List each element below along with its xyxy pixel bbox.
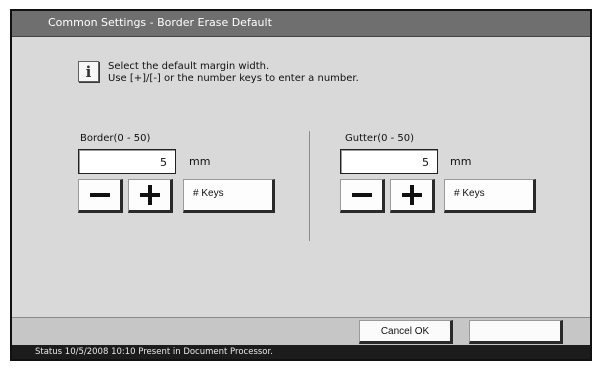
minus-icon [352,193,372,197]
border-number-keys-label: # Keys [193,188,224,199]
border-decrease-button[interactable] [78,179,123,213]
gutter-unit: mm [450,155,472,168]
gutter-increase-button[interactable] [390,179,435,213]
touch-panel-screen: Common Settings - Border Erase Default i… [10,9,592,361]
page-title: Common Settings - Border Erase Default [48,16,272,29]
border-number-keys-button[interactable]: # Keys [183,179,275,213]
border-label: Border(0 - 50) [80,133,151,144]
gutter-value-field[interactable]: 5 [340,149,438,174]
info-icon: i [78,61,99,82]
minus-icon [90,193,110,197]
gutter-label: Gutter(0 - 50) [345,133,415,144]
title-bar: Common Settings - Border Erase Default [12,11,590,37]
cancel-button[interactable]: Cancel OK [359,320,453,344]
gutter-value: 5 [422,156,429,169]
cancel-button-label: Cancel OK [380,326,430,337]
section-divider [309,131,310,241]
instruction-line-1: Select the default margin width. [108,61,270,72]
settings-panel: i Select the default margin width. Use [… [12,37,590,326]
border-value-field[interactable]: 5 [78,149,176,174]
ok-button[interactable] [469,320,563,344]
status-text: Status 10/5/2008 10:10 Present in Docume… [35,347,273,357]
device-frame: Common Settings - Border Erase Default i… [0,0,601,371]
instruction-line-2: Use [+]/[-] or the number keys to enter … [108,73,359,84]
action-bar: Cancel OK [12,317,590,345]
info-icon-glyph: i [85,63,92,81]
gutter-number-keys-label: # Keys [454,188,485,199]
border-increase-button[interactable] [128,179,173,213]
status-bar: Status 10/5/2008 10:10 Present in Docume… [12,345,590,359]
border-unit: mm [189,155,211,168]
instruction-text: Select the default margin width. Use [+]… [108,61,359,85]
gutter-decrease-button[interactable] [340,179,385,213]
gutter-number-keys-button[interactable]: # Keys [444,179,536,213]
border-value: 5 [160,156,167,169]
